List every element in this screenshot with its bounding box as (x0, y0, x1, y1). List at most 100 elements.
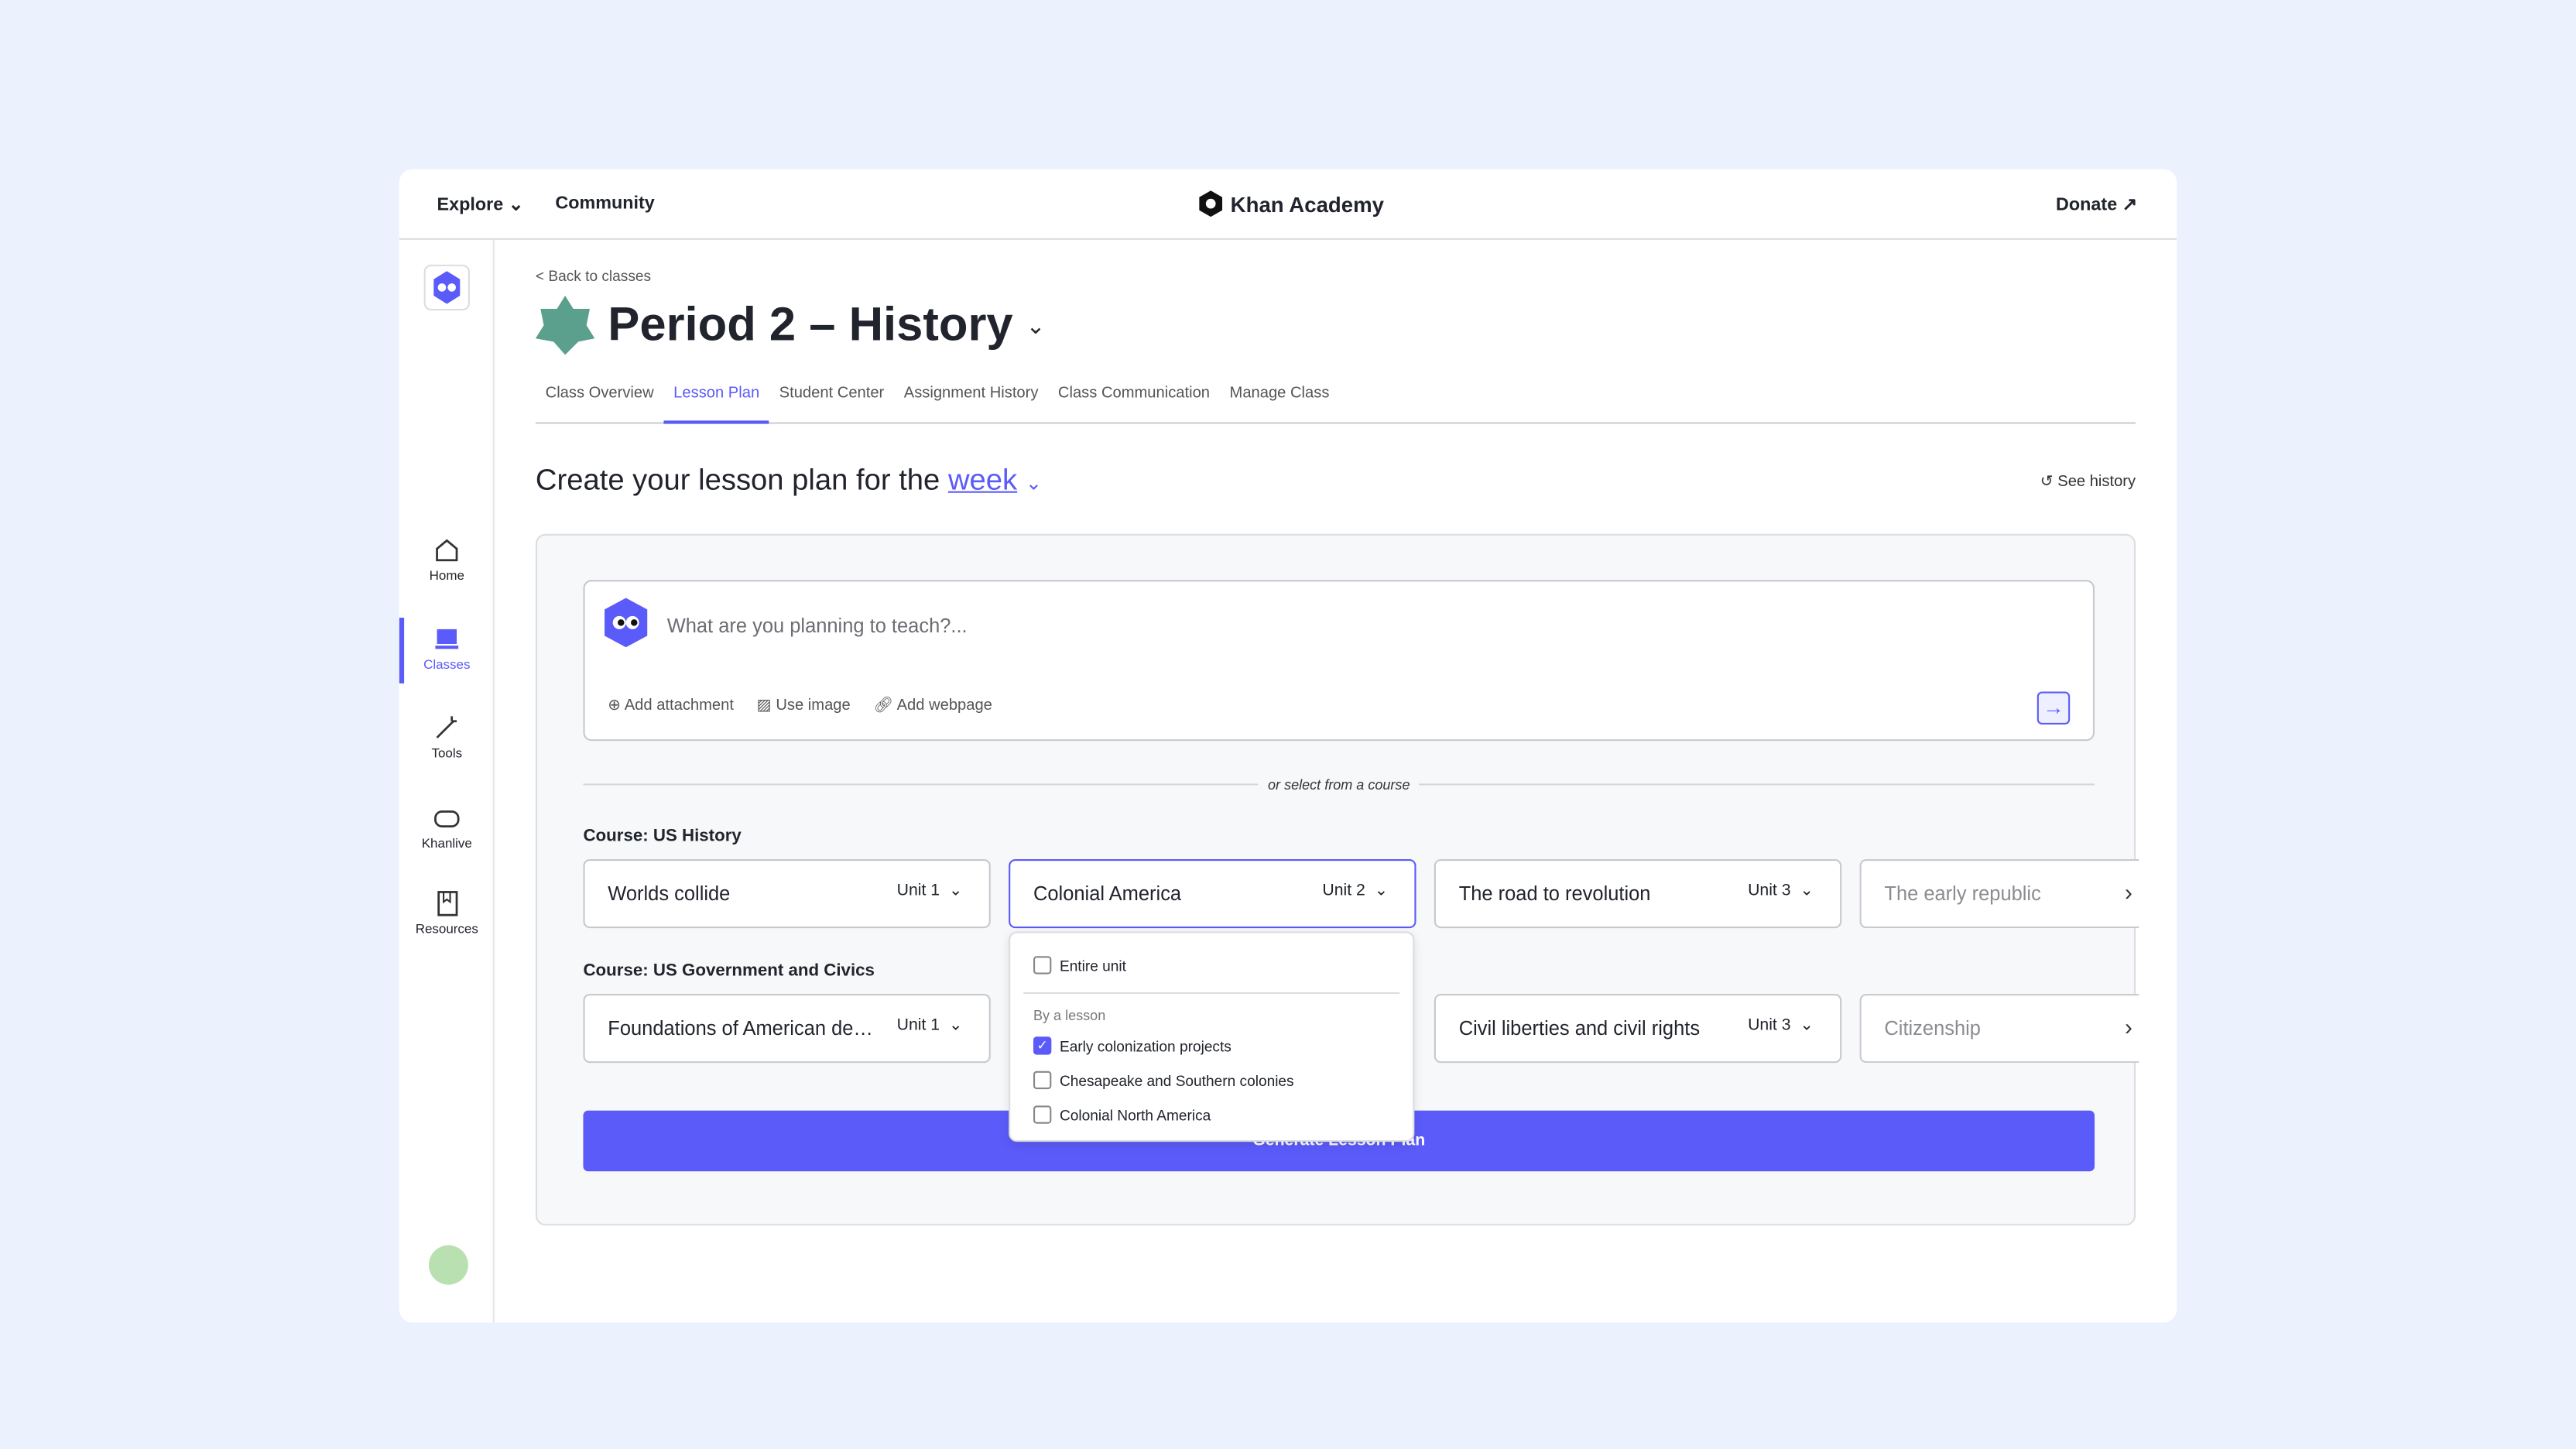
unit-select[interactable]: The road to revolution Unit 3 ⌄ (1434, 859, 1842, 929)
add-attachment-button[interactable]: ⊕ Add attachment (608, 697, 734, 714)
tab-lesson-plan[interactable]: Lesson Plan (663, 385, 769, 424)
magic-wand-icon (436, 716, 457, 738)
entire-unit-checkbox[interactable]: Entire unit (1033, 956, 1126, 975)
chevron-down-icon[interactable]: ⌄ (1026, 471, 1042, 495)
label: Add attachment (624, 696, 734, 715)
unit-name: Civil liberties and civil rights (1458, 1016, 1701, 1040)
chevron-down-icon: ⌄ (1800, 882, 1814, 901)
unit-number: Unit 1 ⌄ (897, 1017, 963, 1035)
unit-label: Unit 1 (896, 1016, 940, 1036)
donate-link[interactable]: Donate ↗ (2056, 194, 2137, 215)
top-nav: Explore ⌄ Community Khan Academy Donate … (399, 170, 2177, 240)
send-arrow-icon[interactable]: → (2036, 691, 2071, 724)
unit-label: Unit 3 (1748, 882, 1791, 901)
plus-circle-icon: ⊕ (608, 696, 622, 715)
chevron-down-icon: ⌄ (948, 1016, 963, 1036)
tab-manage-class[interactable]: Manage Class (1220, 385, 1339, 424)
unit-number: Unit 3 ⌄ (1748, 1017, 1814, 1035)
sidebar-item-classes[interactable]: Classes (399, 618, 495, 683)
lesson-checkbox[interactable]: Colonial North America (1033, 1105, 1211, 1124)
separator (1023, 992, 1400, 995)
unit-number: Unit 1 ⌄ (897, 882, 963, 900)
label: Add webpage (896, 696, 992, 715)
unit-select[interactable]: Colonial America Unit 2 ⌄ (1009, 859, 1416, 929)
unit-select[interactable]: Foundations of American de… Unit 1 ⌄ (583, 994, 991, 1064)
chevron-down-icon: ⌄ (948, 882, 963, 901)
unit-select[interactable]: Citizenship › (1859, 994, 2139, 1064)
user-avatar[interactable] (428, 1245, 468, 1285)
unit-name: The road to revolution (1458, 882, 1651, 906)
unit-number: Unit 3 ⌄ (1748, 882, 1814, 900)
checkbox-icon (1033, 956, 1052, 975)
khanmigo-avatar-icon (605, 598, 648, 648)
unit-select[interactable]: Civil liberties and civil rights Unit 3 ⌄ (1434, 994, 1842, 1064)
by-lesson-label: By a lesson (1033, 1007, 1106, 1024)
tab-student-center[interactable]: Student Center (769, 385, 894, 424)
checkbox-checked-icon: ✓ (1033, 1036, 1052, 1055)
history-icon: ↺ (2040, 473, 2054, 492)
explore-label: Explore (437, 195, 504, 216)
sidebar-label: Tools (431, 745, 463, 761)
khan-logo-icon (1199, 190, 1223, 218)
lesson-checkbox[interactable]: ✓ Early colonization projects (1033, 1036, 1231, 1055)
label: Colonial North America (1059, 1106, 1211, 1123)
unit-label: Unit 3 (1748, 1016, 1791, 1036)
prompt-box[interactable]: What are you planning to teach?... ⊕ Add… (583, 580, 2095, 742)
see-history-link[interactable]: ↺ See history (2040, 473, 2136, 491)
back-to-classes-link[interactable]: < Back to classes (536, 268, 651, 284)
unit-name: Foundations of American de… (608, 1016, 873, 1040)
course-title: Course: US Government and Civics (583, 961, 875, 981)
chevron-right-icon[interactable]: › (2125, 879, 2132, 905)
tab-class-communication[interactable]: Class Communication (1048, 385, 1220, 424)
see-history-label: See history (2057, 473, 2136, 492)
lesson-plan-heading: Create your lesson plan for the week ⌄ (536, 464, 1042, 498)
lesson-checkbox[interactable]: Chesapeake and Southern colonies (1033, 1070, 1294, 1090)
sidebar: Home Classes Tools Khanlive Resources (399, 239, 495, 1323)
explore-menu[interactable]: Explore ⌄ (437, 194, 524, 215)
unit-select[interactable]: The early republic › (1859, 859, 2139, 929)
sidebar-item-resources[interactable]: Resources (399, 889, 495, 937)
checkbox-icon (1033, 1070, 1052, 1090)
sidebar-label: Home (429, 568, 464, 584)
period-select[interactable]: week (948, 464, 1017, 496)
label: Use image (776, 696, 851, 715)
course-title: Course: US History (583, 826, 742, 847)
use-image-button[interactable]: ▨ Use image (757, 697, 851, 714)
chevron-right-icon[interactable]: › (2125, 1014, 2132, 1040)
tab-assignment-history[interactable]: Assignment History (894, 385, 1048, 424)
khan-academy-logo[interactable]: Khan Academy (1197, 190, 1384, 218)
class-badge-icon (535, 296, 595, 355)
sidebar-label: Classes (423, 656, 471, 673)
book-icon (437, 891, 458, 916)
home-icon (436, 539, 458, 562)
link-icon: 🔗︎ (873, 696, 894, 715)
community-link[interactable]: Community (555, 194, 654, 213)
chevron-down-icon: ⌄ (1374, 882, 1389, 901)
page-title: Period 2 – History (608, 298, 1013, 351)
khanmigo-icon[interactable] (423, 264, 471, 311)
sidebar-item-home[interactable]: Home (399, 536, 495, 584)
donate-label: Donate (2056, 195, 2118, 216)
prompt-input[interactable]: What are you planning to teach?... (667, 615, 968, 638)
unit-number: Unit 2 ⌄ (1322, 882, 1388, 900)
unit-name: Colonial America (1033, 882, 1182, 906)
sidebar-item-khanlive[interactable]: Khanlive (399, 803, 495, 851)
class-title[interactable]: Period 2 – History ⌄ (535, 296, 1046, 355)
classes-icon (435, 629, 459, 649)
app-window: Explore ⌄ Community Khan Academy Donate … (399, 169, 2177, 1323)
tab-class-overview[interactable]: Class Overview (536, 385, 664, 424)
unit-dropdown-menu: Entire unit By a lesson ✓ Early colonizat… (1009, 931, 1415, 1142)
label: Entire unit (1059, 957, 1126, 974)
add-webpage-button[interactable]: 🔗︎ Add webpage (873, 697, 992, 714)
checkbox-icon (1033, 1105, 1052, 1124)
unit-name: The early republic (1884, 882, 2041, 906)
unit-label: Unit 2 (1322, 882, 1365, 901)
unit-name: Worlds collide (608, 882, 731, 906)
unit-select[interactable]: Worlds collide Unit 1 ⌄ (583, 859, 991, 929)
unit-name: Citizenship (1884, 1016, 1981, 1040)
sidebar-item-tools[interactable]: Tools (399, 713, 495, 761)
chevron-down-icon: ⌄ (1026, 311, 1046, 338)
gamepad-icon (434, 810, 460, 827)
chevron-down-icon: ⌄ (508, 195, 524, 216)
chevron-down-icon: ⌄ (1800, 1016, 1814, 1036)
